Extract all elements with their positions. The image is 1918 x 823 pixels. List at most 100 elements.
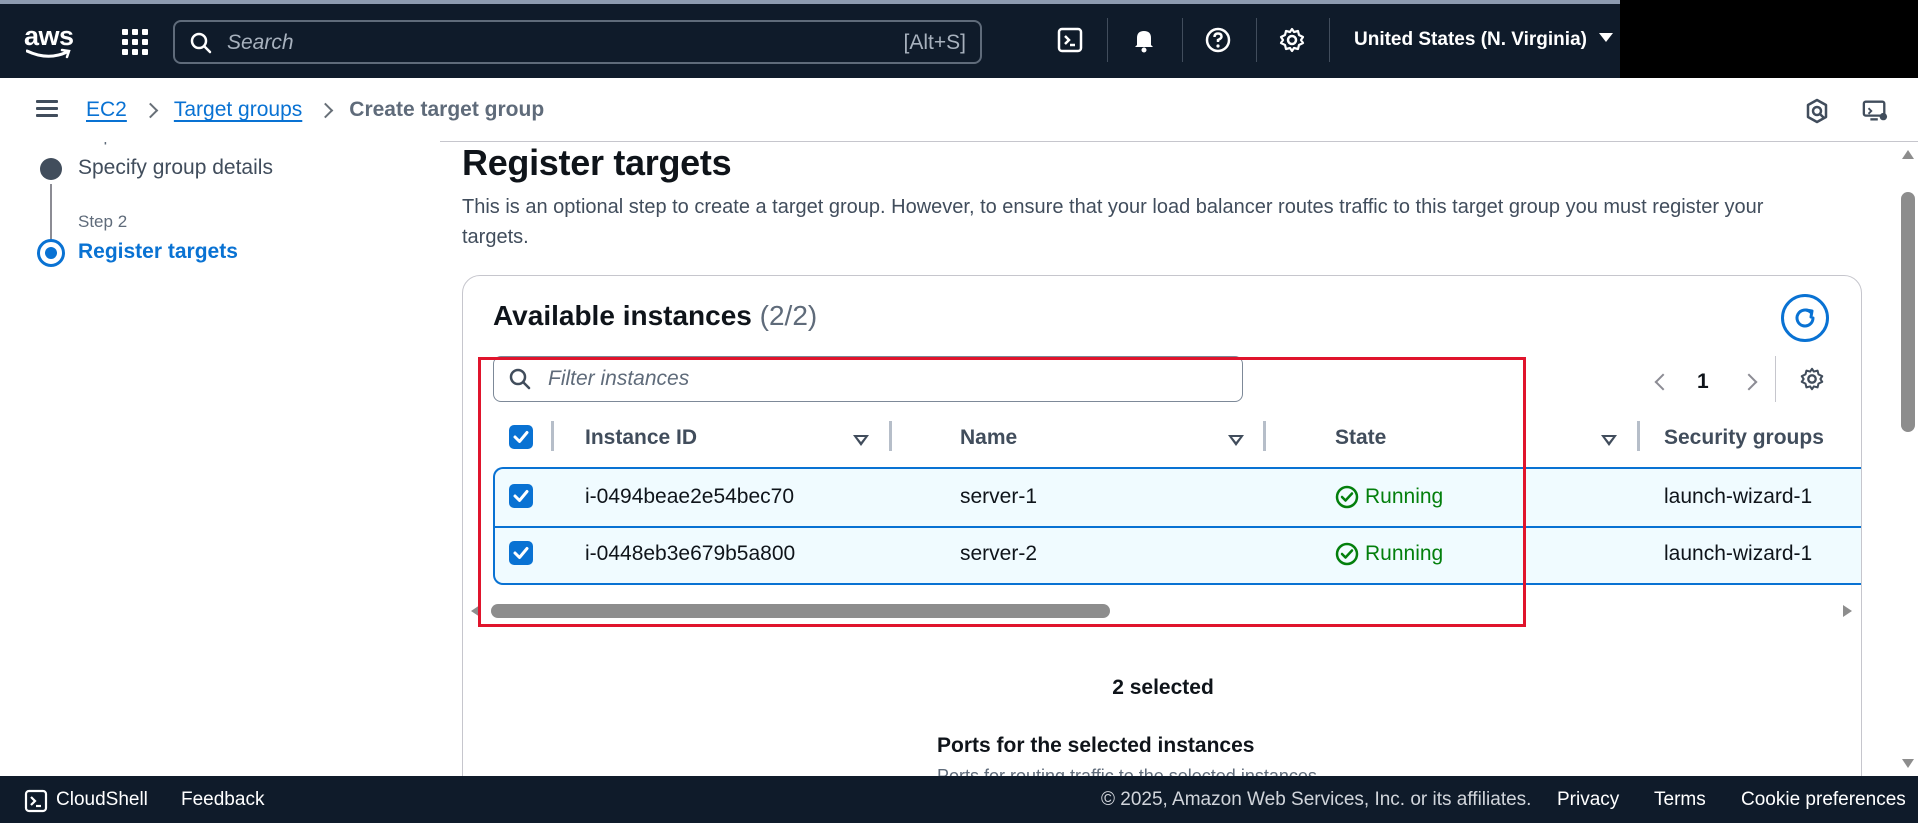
cookie-preferences-link[interactable]: Cookie preferences [1741,789,1906,811]
notifications-bell-icon[interactable] [1130,26,1158,54]
filter-placeholder: Filter instances [548,367,690,390]
available-instances-panel: Available instances (2/2) Filter instanc… [462,275,1862,795]
aws-logo[interactable]: aws [24,21,74,59]
breadcrumb-current: Create target group [349,98,545,121]
column-header-instance-id[interactable]: Instance ID [585,426,697,450]
instances-count: (2/2) [759,300,818,331]
search-icon [509,368,531,390]
chevron-right-icon [318,102,334,118]
security-group: launch-wizard-1 [1664,485,1813,508]
refresh-icon [1795,308,1815,328]
row-checkbox[interactable] [509,484,533,508]
breadcrumb-ec2[interactable]: EC2 [86,98,127,122]
column-header-state[interactable]: State [1335,426,1386,450]
settings-gear-icon[interactable] [1278,26,1306,54]
table-header: Instance ID Name State Security groups [493,411,1861,467]
check-icon [513,431,529,443]
table-row[interactable]: i-0494beae2e54bec70 server-1 Running lau… [495,469,1861,526]
caret-down-icon [1598,33,1613,43]
nav-divider [1182,18,1183,62]
region-selector[interactable]: United States (N. Virginia) [1354,29,1613,51]
security-group: launch-wizard-1 [1664,542,1813,565]
step2-label: Step 2 [78,212,128,231]
chevron-right-icon [142,102,159,118]
instance-id: i-0494beae2e54bec70 [585,485,795,508]
help-icon[interactable] [1204,26,1232,54]
sort-caret-icon[interactable] [1228,435,1244,446]
check-icon [513,490,529,502]
instances-table: Instance ID Name State Security groups i… [493,411,1861,585]
top-strip [0,0,1620,4]
cloudshell-icon[interactable] [1056,26,1084,54]
pager-divider [1775,356,1776,402]
scroll-left-arrow[interactable] [471,605,480,617]
info-panel-icon[interactable] [1804,98,1830,124]
pagination: 1 [1643,364,1769,400]
chevron-left-icon[interactable] [1654,373,1672,391]
feedback-link[interactable]: Feedback [181,789,264,811]
column-divider [551,421,554,451]
services-grid-icon[interactable] [122,29,148,55]
step2-title: Register targets [78,240,238,263]
column-divider[interactable] [1637,421,1640,451]
column-divider[interactable] [1263,421,1266,451]
search-shortcut: [Alt+S] [903,31,966,54]
instance-id: i-0448eb3e679b5a800 [585,542,796,565]
search-input[interactable]: Search [Alt+S] [173,20,982,64]
footer: CloudShell Feedback © 2025, Amazon Web S… [0,776,1918,823]
row-checkbox[interactable] [509,541,533,565]
step1-indicator [40,158,62,180]
vertical-scrollbar[interactable] [1898,142,1918,776]
step2-indicator [37,239,65,267]
ports-heading: Ports for the selected instances [937,734,1255,757]
cloudshell-link[interactable]: CloudShell [56,789,148,811]
selected-count: 2 selected [1112,676,1214,699]
aws-smile-icon [26,48,71,59]
step1-title[interactable]: Specify group details [78,156,273,180]
page-description: This is an optional step to create a tar… [462,196,1764,248]
check-icon [513,547,529,559]
search-placeholder: Search [227,31,294,54]
region-label: United States (N. Virginia) [1354,29,1587,50]
column-divider[interactable] [889,421,892,451]
table-row[interactable]: i-0448eb3e679b5a800 server-2 Running lau… [495,526,1861,583]
blank-area [1620,0,1918,78]
chevron-right-icon[interactable] [1740,373,1758,391]
table-preferences-gear-icon[interactable] [1799,366,1825,392]
refresh-button[interactable] [1781,294,1829,342]
column-header-security-groups[interactable]: Security groups [1664,426,1824,450]
column-header-name[interactable]: Name [960,426,1017,450]
copyright-text: © 2025, Amazon Web Services, Inc. or its… [1101,789,1532,810]
aws-logo-text: aws [24,21,74,51]
success-check-circle-icon [1335,542,1359,566]
instances-title: Available instances [493,300,752,331]
clip-mask [0,128,440,142]
search-icon [190,32,212,54]
select-all-checkbox[interactable] [509,425,533,449]
scroll-up-arrow[interactable] [1902,150,1914,159]
top-navigation: aws Search [Alt+S] United States (N. Vir… [0,0,1620,78]
instances-heading: Available instances (2/2) [493,300,817,332]
breadcrumb: EC2 Target groups Create target group [86,98,544,122]
scroll-right-arrow[interactable] [1843,605,1852,617]
instance-name: server-2 [960,542,1038,565]
menu-icon[interactable] [36,100,58,118]
screen-help-icon[interactable] [1862,98,1888,124]
cloudshell-icon[interactable] [24,789,48,813]
sort-caret-icon[interactable] [853,435,869,446]
state-label: Running [1365,542,1444,565]
vertical-scroll-thumb[interactable] [1901,192,1915,432]
success-check-circle-icon [1335,485,1359,509]
terms-link[interactable]: Terms [1654,789,1706,811]
breadcrumb-target-groups[interactable]: Target groups [174,98,302,122]
instance-rows: i-0494beae2e54bec70 server-1 Running lau… [493,467,1861,585]
state-label: Running [1365,485,1444,508]
filter-instances-input[interactable]: Filter instances [493,356,1243,402]
scroll-down-arrow[interactable] [1902,759,1914,768]
horizontal-scrollbar[interactable] [491,604,1110,618]
nav-divider [1329,18,1330,62]
nav-divider [1107,18,1108,62]
sort-caret-icon[interactable] [1601,435,1617,446]
privacy-link[interactable]: Privacy [1557,789,1619,811]
page-number[interactable]: 1 [1697,370,1709,394]
